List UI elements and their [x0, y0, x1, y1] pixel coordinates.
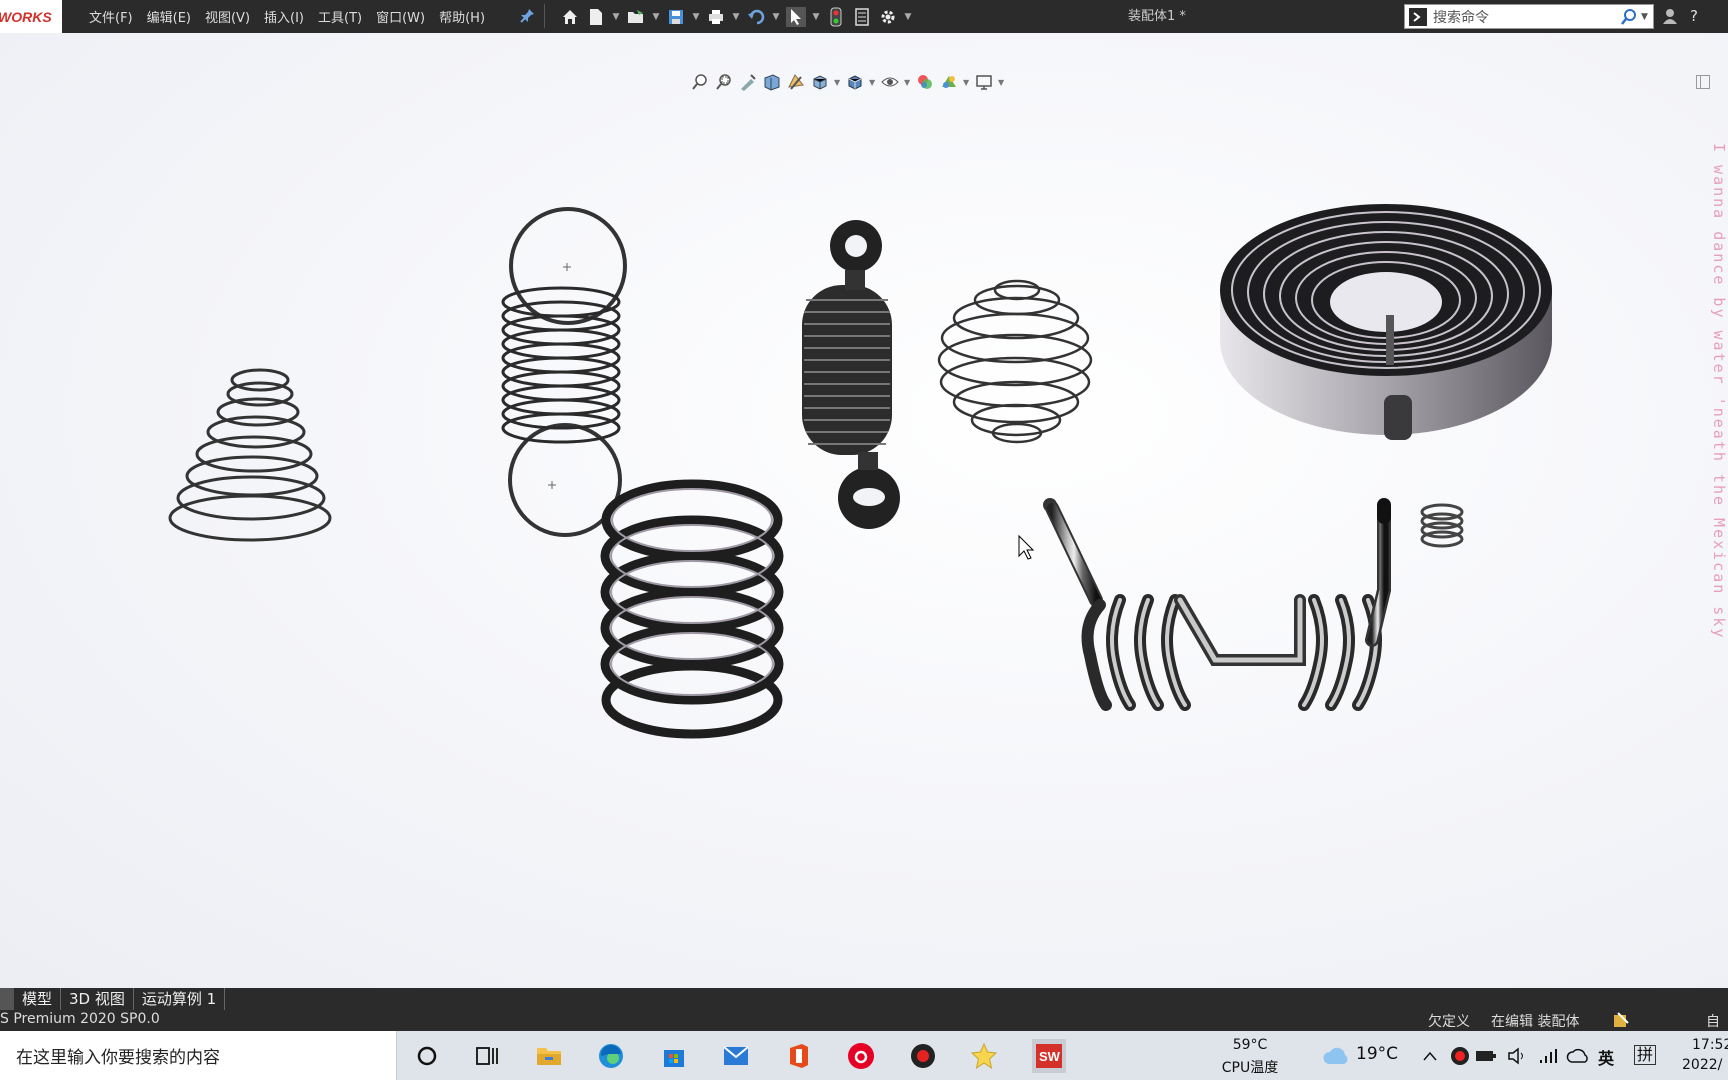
taskbar-search-box[interactable]: 在这里输入你要搜索的内容 — [0, 1031, 397, 1080]
file-properties-icon[interactable] — [852, 7, 872, 27]
barrel-spring[interactable] — [937, 279, 1093, 444]
watermark-text: I wanna dance by water 'neath the Mexica… — [1710, 143, 1728, 640]
cpu-temperature-label: CPU温度 — [1221, 1060, 1279, 1076]
menu-bar: 文件(F) 编辑(E) 视图(V) 插入(I) 工具(T) 窗口(W) 帮助(H… — [82, 0, 492, 33]
battery-icon[interactable] — [1472, 1042, 1500, 1070]
print-icon[interactable] — [706, 7, 726, 27]
solidworks-taskbar-icon[interactable]: SW — [1032, 1039, 1066, 1073]
rebuild-status-icon[interactable] — [1612, 1011, 1630, 1029]
tab-scroll-icon[interactable] — [0, 988, 14, 1010]
office-icon[interactable] — [785, 1042, 813, 1070]
logo-text: WORKS — [0, 8, 52, 25]
select-cursor-icon[interactable] — [786, 6, 806, 27]
rebuild-traffic-light-icon[interactable] — [826, 7, 846, 27]
weather-temperature[interactable]: 19°C — [1356, 1044, 1398, 1064]
wifi-icon[interactable] — [1534, 1042, 1562, 1070]
mail-icon[interactable] — [722, 1042, 750, 1070]
chevron-down-icon[interactable]: ▼ — [1641, 12, 1653, 22]
menu-tools[interactable]: 工具(T) — [311, 7, 369, 26]
spring-assembly-model[interactable] — [0, 33, 1728, 988]
definition-status: 欠定义 — [1428, 1014, 1470, 1030]
small-compression-spring[interactable] — [1420, 503, 1464, 548]
search-input[interactable]: 搜索命令 — [1433, 7, 1617, 27]
search-commands-box[interactable]: 搜索命令 ▼ — [1404, 4, 1654, 29]
taskbar-search-input[interactable]: 在这里输入你要搜索的内容 — [16, 1043, 220, 1068]
task-view-icon[interactable] — [473, 1042, 501, 1070]
chevron-up-icon[interactable] — [1416, 1042, 1444, 1070]
menu-file[interactable]: 文件(F) — [82, 7, 140, 26]
save-icon[interactable] — [666, 7, 686, 27]
open-folder-icon[interactable] — [626, 7, 646, 27]
clock-time[interactable]: 17:52 — [1692, 1037, 1728, 1053]
double-torsion-spring[interactable] — [1043, 498, 1391, 711]
record-tray-icon[interactable] — [1446, 1042, 1474, 1070]
options-gear-icon[interactable] — [878, 7, 898, 27]
document-title: 装配体1 * — [1128, 9, 1186, 24]
toolbar-separator — [544, 4, 545, 28]
edge-browser-icon[interactable] — [597, 1042, 625, 1070]
chevron-down-icon[interactable]: ▼ — [732, 7, 740, 27]
extension-spring[interactable] — [501, 207, 627, 537]
weather-cloud-icon[interactable] — [1322, 1042, 1350, 1070]
conical-spring[interactable] — [168, 368, 332, 542]
chevron-down-icon[interactable]: ▼ — [904, 7, 912, 27]
pin-icon[interactable] — [519, 8, 535, 24]
editing-status: 在编辑 装配体 — [1491, 1014, 1580, 1030]
help-icon[interactable]: ? — [1690, 7, 1698, 25]
microsoft-store-icon[interactable] — [660, 1042, 688, 1070]
chevron-down-icon[interactable]: ▼ — [652, 7, 660, 27]
menu-edit[interactable]: 编辑(E) — [140, 7, 198, 26]
new-document-icon[interactable] — [586, 7, 606, 27]
menu-view[interactable]: 视图(V) — [198, 7, 257, 26]
product-version: S Premium 2020 SP0.0 — [0, 1011, 160, 1027]
cpu-temperature: 59°C — [1232, 1037, 1268, 1053]
bottom-tab-bar: 模型 3D 视图 运动算例 1 — [0, 988, 1728, 1010]
mouse-pointer-icon — [1018, 534, 1035, 560]
graphics-area[interactable]: ▼ ▼ ▼ ▼ ▼ I wanna dance by water 'neath … — [0, 33, 1728, 988]
chevron-down-icon[interactable]: ▼ — [612, 7, 620, 27]
chevron-down-icon[interactable]: ▼ — [692, 7, 700, 27]
volume-icon[interactable] — [1504, 1042, 1532, 1070]
tab-3d-view[interactable]: 3D 视图 — [61, 988, 134, 1010]
user-icon[interactable] — [1663, 8, 1677, 28]
tab-model[interactable]: 模型 — [14, 988, 62, 1010]
onedrive-cloud-icon[interactable] — [1564, 1042, 1592, 1070]
menu-window[interactable]: 窗口(W) — [369, 7, 432, 26]
solidworks-logo[interactable]: WORKS — [0, 0, 62, 33]
search-icon[interactable] — [1617, 7, 1641, 27]
quick-access-toolbar: ▼ ▼ ▼ ▼ ▼ ▼ ▼ — [560, 0, 912, 33]
svg-text:SW: SW — [1039, 1049, 1061, 1064]
status-bar: S Premium 2020 SP0.0 欠定义 在编辑 装配体 自定 — [0, 1010, 1728, 1050]
favorite-app-icon[interactable] — [970, 1042, 998, 1070]
menu-help[interactable]: 帮助(H) — [432, 7, 492, 26]
windows-taskbar: 在这里输入你要搜索的内容 SW 59°C CPU温度 19°C 英 拼 17:5… — [0, 1031, 1728, 1080]
home-icon[interactable] — [560, 7, 580, 27]
compression-spring[interactable] — [600, 479, 784, 739]
tab-motion-study[interactable]: 运动算例 1 — [134, 988, 226, 1010]
ime-language[interactable]: 英 — [1598, 1045, 1614, 1069]
undo-icon[interactable] — [746, 7, 766, 27]
clock-date[interactable]: 2022/ — [1682, 1057, 1722, 1073]
ime-mode[interactable]: 拼 — [1634, 1045, 1657, 1065]
menu-insert[interactable]: 插入(I) — [257, 7, 311, 26]
cortana-icon[interactable] — [413, 1042, 441, 1070]
eyelet-extension-spring[interactable] — [802, 220, 900, 529]
chevron-down-icon[interactable]: ▼ — [812, 7, 820, 27]
file-explorer-icon[interactable] — [535, 1042, 563, 1070]
spiral-spring[interactable] — [1220, 204, 1552, 440]
command-prompt-icon — [1409, 7, 1427, 26]
chevron-down-icon[interactable]: ▼ — [772, 7, 780, 27]
title-bar: WORKS 文件(F) 编辑(E) 视图(V) 插入(I) 工具(T) 窗口(W… — [0, 0, 1728, 33]
netease-music-icon[interactable] — [847, 1042, 875, 1070]
screen-recorder-icon[interactable] — [909, 1042, 937, 1070]
